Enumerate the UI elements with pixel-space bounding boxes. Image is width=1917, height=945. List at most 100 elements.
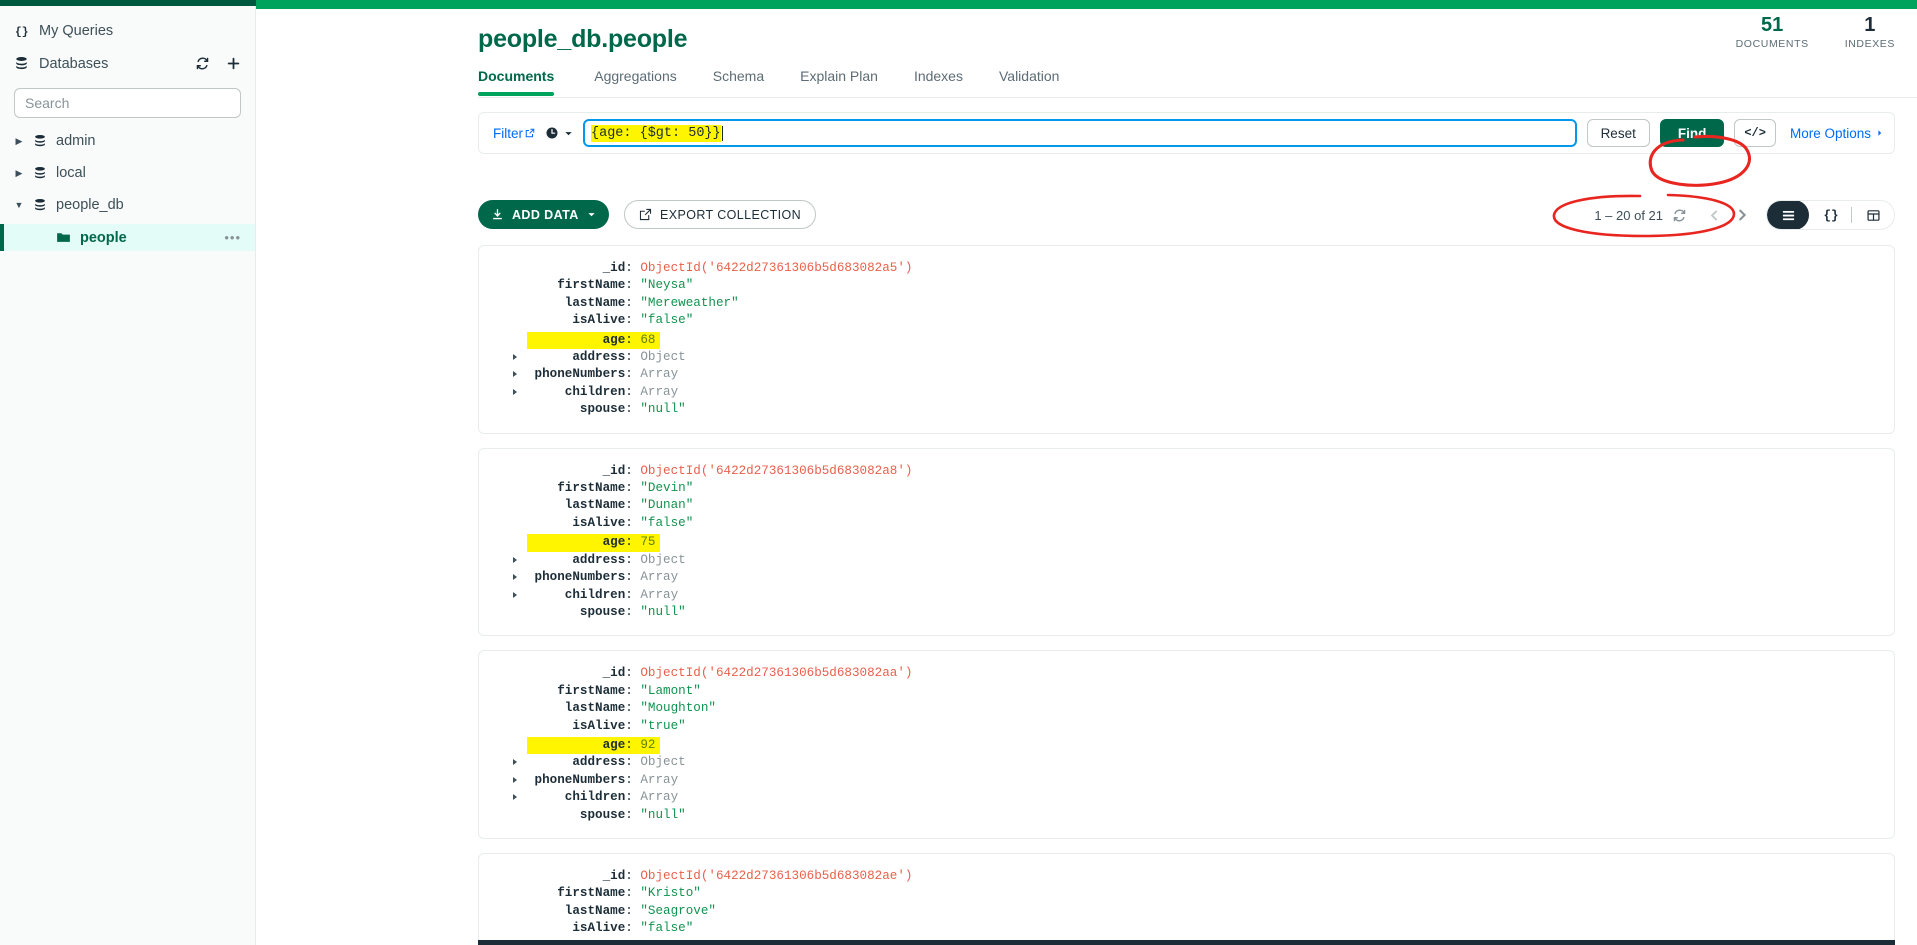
expand-triangle-icon[interactable] <box>513 371 517 378</box>
sidebar-db-label: people_db <box>56 197 124 213</box>
filter-label-group[interactable]: Filter <box>493 126 535 141</box>
field-colon: : <box>625 313 641 328</box>
field-value: "Kristo" <box>640 886 701 901</box>
sidebar-my-queries-label: My Queries <box>39 22 114 39</box>
sidebar-item-admin[interactable]: ▶ admin <box>0 128 255 154</box>
sidebar-item-people-db[interactable]: ▼ people_db <box>0 192 255 218</box>
chevron-down-icon[interactable]: ▼ <box>14 200 24 210</box>
document-field: firstName: "Devin" <box>527 480 1878 497</box>
document-card[interactable]: _id: ObjectId('6422d27361306b5d683082a5'… <box>478 245 1895 434</box>
documents-label: DOCUMENTS <box>1735 38 1809 50</box>
mongodb-compass-window: {} My Queries Databases Search ▶ admin ▶… <box>0 0 1917 945</box>
field-colon: : <box>625 384 641 399</box>
document-field: address: Object <box>513 552 1878 569</box>
find-button[interactable]: Find <box>1659 119 1725 147</box>
tab-validation[interactable]: Validation <box>981 68 1077 96</box>
field-value: "false" <box>640 313 694 328</box>
field-colon: : <box>625 604 641 619</box>
tab-documents[interactable]: Documents <box>478 68 576 96</box>
field-value: "Neysa" <box>640 278 694 293</box>
field-value: 92 <box>640 737 656 752</box>
field-key: _id <box>527 868 626 883</box>
field-key: _id <box>527 463 626 478</box>
prev-page-button[interactable] <box>1701 209 1728 222</box>
field-key: age <box>527 332 626 347</box>
sidebar-item-databases[interactable]: Databases <box>0 47 255 80</box>
field-colon: : <box>625 402 641 417</box>
expand-triangle-icon[interactable] <box>513 794 517 801</box>
expand-triangle-icon[interactable] <box>513 776 517 783</box>
refresh-icon[interactable] <box>1672 208 1687 223</box>
field-colon: : <box>625 718 641 733</box>
field-colon: : <box>625 463 641 478</box>
document-field: age: 68 <box>527 331 660 350</box>
document-field: phoneNumbers: Array <box>513 569 1878 586</box>
export-query-code-button[interactable]: </> <box>1734 119 1776 147</box>
document-card[interactable]: _id: ObjectId('6422d27361306b5d683082a8'… <box>478 447 1895 637</box>
export-collection-button[interactable]: EXPORT COLLECTION <box>624 200 817 229</box>
sidebar-item-people-collection[interactable]: people ••• <box>0 224 255 251</box>
table-icon[interactable] <box>1852 201 1894 229</box>
add-data-button[interactable]: ADD DATA <box>478 200 609 229</box>
expand-triangle-icon[interactable] <box>513 574 517 581</box>
search-input[interactable] <box>14 88 241 118</box>
field-colon: : <box>625 332 641 347</box>
document-field: spouse: "null" <box>527 807 1878 824</box>
field-value: Object <box>640 552 686 567</box>
field-colon: : <box>625 868 641 883</box>
list-icon[interactable] <box>1767 201 1809 229</box>
field-colon: : <box>625 701 641 716</box>
braces-icon[interactable]: {} <box>1809 201 1851 229</box>
document-card[interactable]: _id: ObjectId('6422d27361306b5d683082ae'… <box>478 852 1895 945</box>
document-field: isAlive: "true" <box>527 718 1878 735</box>
documents-toolbar: ADD DATA EXPORT COLLECTION 1 – 20 of 21 <box>478 200 1895 230</box>
page-title: people_db.people <box>478 25 688 53</box>
field-colon: : <box>625 552 641 567</box>
view-mode-toggle: {} <box>1766 200 1895 230</box>
field-key: address <box>527 552 626 567</box>
more-options-button[interactable]: More Options <box>1790 126 1884 141</box>
field-value: "Mereweather" <box>640 295 739 310</box>
next-page-button[interactable] <box>1728 208 1756 222</box>
field-colon: : <box>625 587 641 602</box>
field-colon: : <box>625 295 641 310</box>
document-field: spouse: "null" <box>527 401 1878 418</box>
refresh-icon[interactable] <box>195 56 210 71</box>
sidebar-item-local[interactable]: ▶ local <box>0 160 255 186</box>
query-history-button[interactable] <box>545 126 573 140</box>
tab-aggregations[interactable]: Aggregations <box>576 68 695 96</box>
horizontal-scrollbar[interactable] <box>478 940 1895 945</box>
field-value: "true" <box>640 718 686 733</box>
expand-triangle-icon[interactable] <box>513 591 517 598</box>
field-key: spouse <box>527 807 626 822</box>
document-field: firstName: "Kristo" <box>527 885 1878 902</box>
expand-triangle-icon[interactable] <box>513 388 517 395</box>
chevron-right-icon[interactable]: ▶ <box>14 136 24 147</box>
field-value: ObjectId('6422d27361306b5d683082aa') <box>640 666 913 681</box>
field-value: ObjectId('6422d27361306b5d683082a8') <box>640 463 913 478</box>
expand-triangle-icon[interactable] <box>513 556 517 563</box>
tab-schema[interactable]: Schema <box>695 68 782 96</box>
expand-triangle-icon[interactable] <box>513 354 517 361</box>
field-key: firstName <box>527 683 626 698</box>
reset-button[interactable]: Reset <box>1586 119 1650 147</box>
ellipsis-icon[interactable]: ••• <box>224 230 241 245</box>
field-value: Object <box>640 755 686 770</box>
document-field: address: Object <box>513 754 1878 771</box>
sidebar-item-my-queries[interactable]: {} My Queries <box>0 14 255 47</box>
document-field: _id: ObjectId('6422d27361306b5d683082aa'… <box>527 665 1878 682</box>
chevron-right-icon[interactable]: ▶ <box>14 168 24 179</box>
tab-indexes[interactable]: Indexes <box>896 68 981 96</box>
filter-input[interactable]: {age: {$gt: 50}} <box>583 119 1577 147</box>
plus-icon[interactable] <box>226 56 241 71</box>
expand-triangle-icon[interactable] <box>513 759 517 766</box>
field-value: 75 <box>640 535 656 550</box>
tab-explain-plan[interactable]: Explain Plan <box>782 68 896 96</box>
document-card[interactable]: _id: ObjectId('6422d27361306b5d683082aa'… <box>478 650 1895 839</box>
pagination-text: 1 – 20 of 21 <box>1594 207 1663 223</box>
field-value: Array <box>640 367 679 382</box>
external-link-icon[interactable] <box>525 128 535 138</box>
field-value: 68 <box>640 332 656 347</box>
field-colon: : <box>625 570 641 585</box>
field-colon: : <box>625 367 641 382</box>
